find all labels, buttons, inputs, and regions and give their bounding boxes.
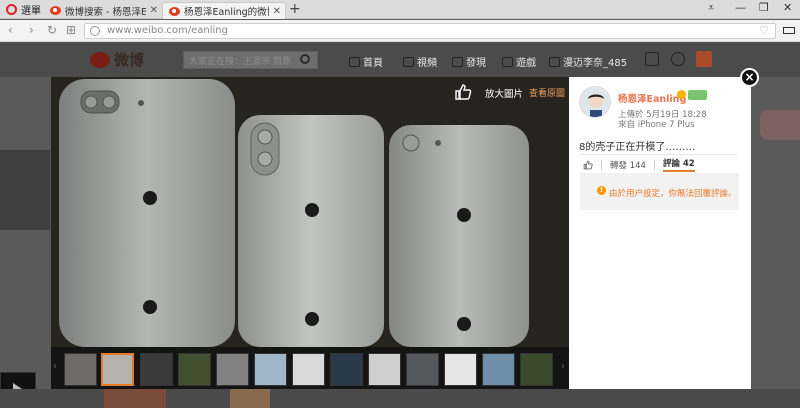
message-icon[interactable]: [645, 52, 659, 66]
view-original-link[interactable]: 查看原圖: [529, 86, 565, 99]
home-icon: [349, 56, 360, 67]
user-icon: [549, 56, 560, 67]
thumbnail[interactable]: [64, 353, 97, 386]
tab-menu-icon[interactable]: ⩡: [708, 1, 714, 15]
weibo-logo[interactable]: 微博: [90, 49, 144, 70]
thumbnail[interactable]: [216, 353, 249, 386]
weibo-favicon-icon: [169, 6, 180, 16]
verified-icon: [677, 90, 686, 99]
enlarge-image-link[interactable]: 放大圖片: [485, 86, 523, 100]
warning-icon: !: [597, 186, 606, 195]
vip-badge-icon: [688, 90, 707, 100]
nav-discover[interactable]: 發現: [452, 54, 486, 69]
thumbnail[interactable]: [178, 353, 211, 386]
minimize-icon[interactable]: —: [735, 1, 746, 14]
nav-video-label: 視頻: [417, 58, 437, 69]
thumbnail[interactable]: [254, 353, 287, 386]
thumbs-up-icon[interactable]: [583, 160, 593, 170]
background-content: [230, 389, 270, 408]
nav-video[interactable]: 視頻: [403, 54, 437, 69]
weibo-eye-icon: [90, 51, 110, 68]
avatar[interactable]: [579, 86, 611, 118]
nav-username: 漫迈李奈_485: [563, 58, 628, 69]
globe-icon: [90, 26, 100, 36]
author-name[interactable]: 杨恩泽Eanling: [618, 91, 686, 105]
settings-icon[interactable]: [671, 52, 685, 66]
phone-molds-photo: [51, 77, 569, 347]
comments-tab[interactable]: 評論 42: [662, 157, 695, 172]
post-source: 來自 iPhone 7 Plus: [618, 120, 695, 130]
thumbnail[interactable]: [330, 353, 363, 386]
background-content: [104, 389, 166, 408]
nav-home-label: 首頁: [363, 58, 383, 69]
thumbnail-active[interactable]: [101, 353, 134, 386]
battery-icon: [783, 27, 795, 34]
divider: [601, 159, 602, 170]
address-bar-row: ‹ › ↻ ⊞ www.weibo.com/eanling ♡: [0, 20, 800, 42]
browser-tab-bar: 選單 微博搜索 - 杨恩泽Eanling ✕ 杨恩泽Eanling的微博_微博 …: [0, 0, 800, 19]
repost-button[interactable]: 轉發 144: [610, 159, 646, 171]
prev-arrow-icon[interactable]: ‹: [53, 361, 57, 372]
nav-games[interactable]: 遊戲: [502, 54, 536, 69]
opera-logo-icon: [6, 4, 17, 15]
new-tab-button[interactable]: +: [289, 1, 301, 17]
close-icon[interactable]: ×: [740, 68, 759, 87]
post-text: 8的壳子正在开模了………: [579, 142, 696, 153]
thumbnail[interactable]: [444, 353, 477, 386]
url-text: www.weibo.com/eanling: [107, 25, 228, 36]
weibo-favicon-icon: [50, 6, 61, 15]
thumbs-up-icon[interactable]: [454, 83, 472, 101]
tab-close-icon[interactable]: ✕: [273, 6, 281, 17]
tab-close-icon[interactable]: ✕: [150, 5, 158, 16]
comment-restriction-notice: ! 由於用户設定，你無法回覆評論。: [580, 173, 739, 210]
post-actions: 轉發 144 評論 42: [583, 157, 695, 172]
browser-menu-button[interactable]: 選單: [0, 0, 44, 19]
compose-icon[interactable]: [696, 51, 712, 67]
thumbnail[interactable]: [520, 353, 553, 386]
nav-profile[interactable]: 漫迈李奈_485: [549, 54, 627, 69]
photo[interactable]: 放大圖片 查看原圖: [51, 77, 569, 347]
games-icon: [502, 56, 513, 67]
browser-tab-active[interactable]: 杨恩泽Eanling的微博_微博 ✕: [162, 2, 286, 19]
tab-title: 杨恩泽Eanling的微博_微博: [184, 7, 269, 18]
divider: [653, 159, 655, 170]
forward-icon[interactable]: ›: [29, 23, 34, 37]
search-icon[interactable]: [300, 54, 310, 64]
heart-icon[interactable]: ♡: [759, 24, 769, 38]
thumbnail[interactable]: [368, 353, 401, 386]
nav-games-label: 遊戲: [516, 58, 536, 69]
post-detail-panel: 杨恩泽Eanling 上傳於 5月19日 18:28 來自 iPhone 7 P…: [569, 77, 751, 389]
avatar-image: [580, 87, 610, 117]
video-icon: [403, 56, 414, 67]
browser-tab[interactable]: 微博搜索 - 杨恩泽Eanling ✕: [44, 2, 162, 19]
notice-text: 由於用户設定，你無法回覆評論。: [609, 189, 737, 199]
thumbnail[interactable]: [292, 353, 325, 386]
background-content: [0, 150, 50, 230]
maximize-icon[interactable]: ❐: [759, 1, 769, 14]
thumbnail-strip: ‹ ›: [51, 347, 569, 389]
search-input[interactable]: 大家正在搜：王源宗 鼎鼎: [183, 51, 318, 69]
reload-icon[interactable]: ↻: [47, 23, 57, 37]
thumbnail[interactable]: [406, 353, 439, 386]
back-icon[interactable]: ‹: [8, 23, 13, 37]
url-input[interactable]: www.weibo.com/eanling ♡: [84, 23, 776, 39]
nav-home[interactable]: 首頁: [349, 54, 383, 69]
discover-icon: [452, 56, 463, 67]
image-viewer: 放大圖片 查看原圖 ‹ ›: [51, 77, 569, 389]
next-arrow-icon[interactable]: ›: [561, 361, 565, 372]
divider: [579, 154, 737, 155]
speed-dial-icon[interactable]: ⊞: [66, 23, 76, 37]
window-close-icon[interactable]: ✕: [783, 1, 792, 14]
weibo-logo-text: 微博: [114, 51, 145, 69]
background-content: [760, 110, 800, 140]
browser-menu-label: 選單: [21, 6, 41, 17]
tab-title: 微博搜索 - 杨恩泽Eanling: [65, 6, 146, 18]
nav-discover-label: 發現: [466, 58, 486, 69]
thumbnail[interactable]: [482, 353, 515, 386]
thumbnail[interactable]: [140, 353, 173, 386]
